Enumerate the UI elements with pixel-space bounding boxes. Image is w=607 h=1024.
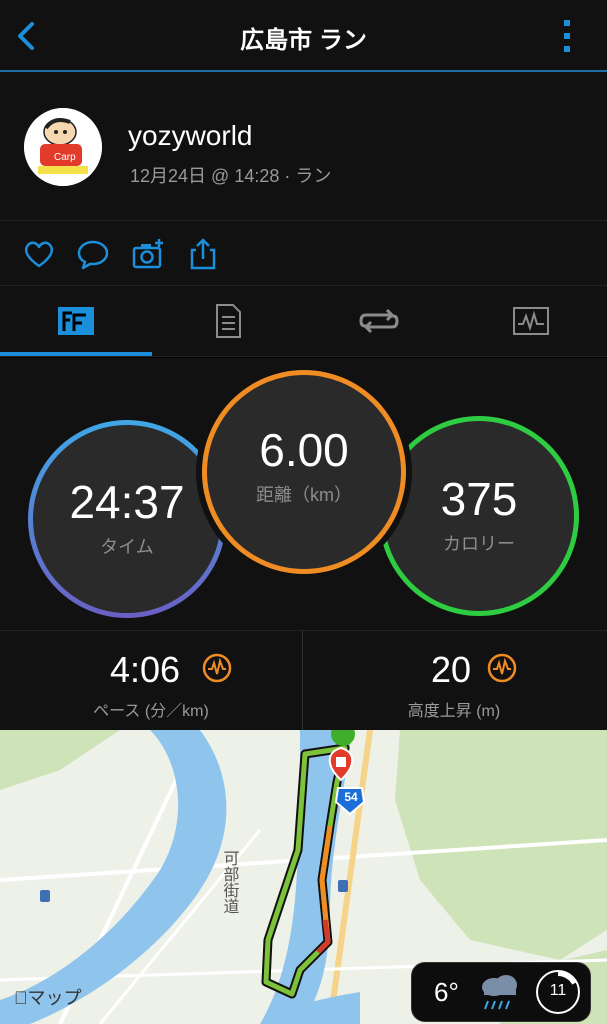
elevation-label: 高度上昇 (m) <box>407 703 501 720</box>
comment-icon <box>77 240 109 270</box>
elevation-value: 20 <box>431 649 472 690</box>
weather-temperature: 6° <box>434 977 459 1007</box>
camera-add-icon <box>132 239 163 269</box>
chart-pulse-icon[interactable] <box>487 653 517 683</box>
avatar-cartoon-icon: Carp <box>24 108 102 186</box>
pace-metric[interactable]: 4:06 ペース (分／km) <box>0 631 302 731</box>
heart-icon <box>24 241 54 268</box>
tab-bar <box>0 286 607 357</box>
calories-value: 375 <box>440 473 518 525</box>
chart-icon <box>512 307 549 335</box>
tab-overview[interactable] <box>0 286 151 356</box>
route-map[interactable]: 可部街道 54 マップ 6° 11 <box>0 730 607 1024</box>
distance-label: 距離（km） <box>256 485 352 505</box>
weather-badge[interactable]: 6° 11 <box>411 962 591 1022</box>
time-value: 24:37 <box>69 476 185 528</box>
chart-pulse-icon[interactable] <box>202 653 232 683</box>
map-attribution: マップ <box>14 988 82 1008</box>
share-button[interactable] <box>186 237 220 271</box>
page-title: 広島市 ラン <box>240 27 367 54</box>
calories-ring[interactable]: 375 カロリー <box>379 416 579 616</box>
avatar[interactable]: Carp <box>24 108 102 186</box>
stats-panel: 24:37 タイム 375 カロリー 6.00 距離（km） <box>0 358 607 630</box>
distance-ring[interactable]: 6.00 距離（km） <box>202 370 406 574</box>
top-bar: 広島市 ラン <box>0 0 607 72</box>
metrics-row: 4:06 ペース (分／km) 20 高度上昇 (m) <box>0 630 607 731</box>
time-label: タイム <box>100 537 154 557</box>
pace-value: 4:06 <box>110 649 181 690</box>
overview-icon <box>57 307 94 335</box>
distance-value: 6.00 <box>259 424 349 476</box>
activity-profile: Carp yozyworld 12月24日 @ 14:28 · ラン <box>0 72 607 221</box>
vertical-ellipsis-icon <box>564 20 570 52</box>
elevation-metric[interactable]: 20 高度上昇 (m) <box>303 631 605 731</box>
comment-button[interactable] <box>76 237 110 271</box>
route-number: 54 <box>344 790 358 804</box>
activity-datetime: 12月24日 @ 14:28 · ラン <box>130 166 332 186</box>
tab-charts[interactable] <box>455 286 606 356</box>
share-icon <box>190 238 216 270</box>
pace-label: ペース (分／km) <box>93 703 209 720</box>
wind-indicator: 11 <box>534 968 582 1016</box>
rain-cloud-icon <box>482 975 517 1010</box>
action-bar <box>0 221 607 286</box>
add-photo-button[interactable] <box>131 237 165 271</box>
tab-details[interactable] <box>152 286 303 356</box>
svg-text:可部街道: 可部街道 <box>221 850 240 914</box>
active-tab-indicator <box>0 352 152 356</box>
tab-laps[interactable] <box>303 286 454 356</box>
details-icon <box>215 304 241 338</box>
wind-speed: 11 <box>549 982 567 999</box>
time-ring[interactable]: 24:37 タイム <box>28 420 226 618</box>
like-button[interactable] <box>22 237 56 271</box>
username[interactable]: yozyworld <box>128 120 252 152</box>
svg-text:Carp: Carp <box>54 152 76 163</box>
laps-icon <box>358 308 399 334</box>
calories-label: カロリー <box>443 534 515 554</box>
more-button[interactable] <box>557 16 577 56</box>
